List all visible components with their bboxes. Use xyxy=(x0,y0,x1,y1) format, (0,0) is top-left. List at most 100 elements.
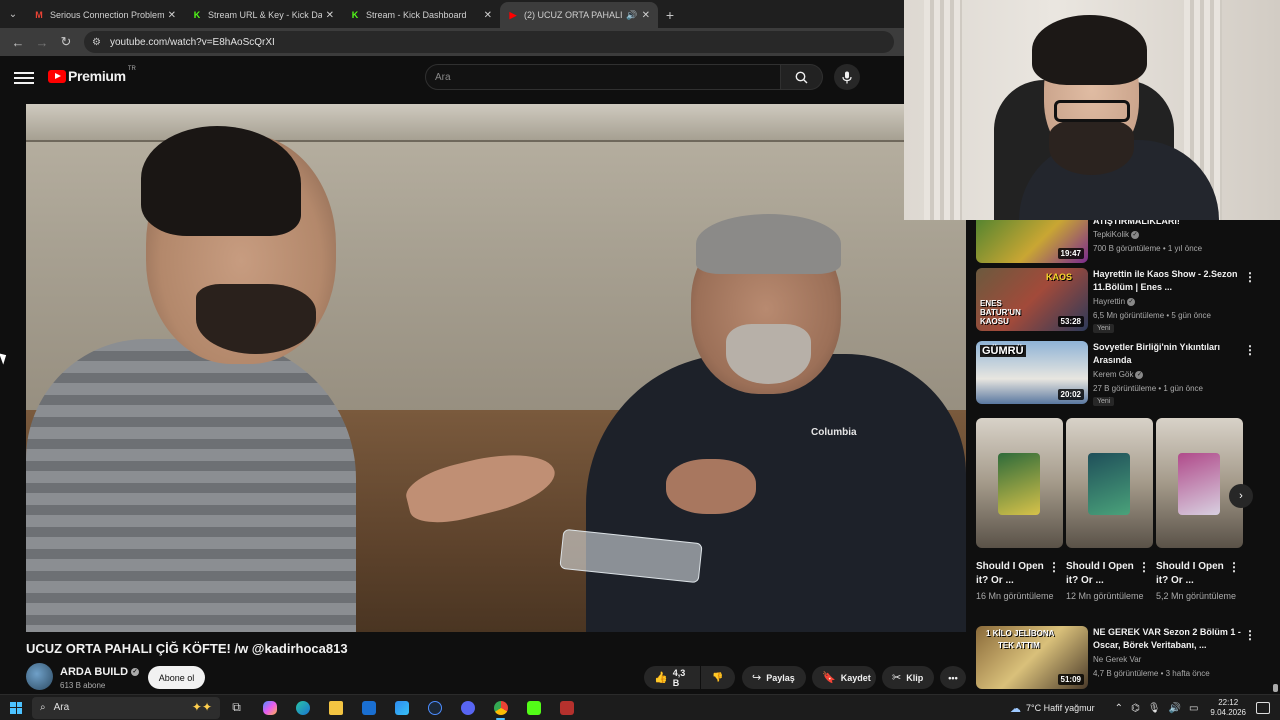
short-item[interactable]: Should I Open it? Or ... 12 Mn görüntüle… xyxy=(1066,418,1153,603)
chevron-right-icon[interactable]: › xyxy=(1229,484,1253,508)
share-button[interactable]: ↪ Paylaş xyxy=(742,666,806,689)
short-title[interactable]: Should I Open it? Or ... xyxy=(1066,560,1136,588)
clock[interactable]: 22:12 9.04.2026 xyxy=(1210,698,1246,718)
channel-name[interactable]: ARDA BUILD xyxy=(60,666,128,678)
youtube-logo[interactable]: Premium TR xyxy=(48,66,136,84)
card-image xyxy=(998,453,1040,515)
dislike-button[interactable]: 👎 xyxy=(701,666,735,689)
clock-time: 22:12 xyxy=(1218,698,1239,707)
video-thumbnail[interactable]: GÜMRÜ 20:02 xyxy=(976,341,1088,404)
recommendation-channel[interactable]: Hayrettin xyxy=(1093,297,1125,306)
tab-gmail[interactable]: M Serious Connection Problems - ✕ xyxy=(26,2,184,28)
more-vert-icon[interactable]: ⋮ xyxy=(1244,628,1256,642)
menu-icon[interactable] xyxy=(14,69,34,87)
tab-search-icon[interactable]: ⌄ xyxy=(0,0,26,28)
notifications-icon[interactable] xyxy=(1256,702,1270,714)
save-button[interactable]: 🔖 Kaydet xyxy=(812,666,876,689)
task-view-icon[interactable]: ⧉ xyxy=(220,695,253,720)
kick-app-icon[interactable] xyxy=(517,695,550,720)
video-thumbnail[interactable]: 19:47 xyxy=(976,220,1088,263)
short-thumbnail[interactable] xyxy=(1156,418,1243,548)
discord-icon[interactable] xyxy=(451,695,484,720)
short-thumbnail[interactable] xyxy=(1066,418,1153,548)
subscribe-button[interactable]: Abone ol xyxy=(148,666,205,689)
recommendation-title[interactable]: Sovyetler Birliği'nin Yıkıntıları Arasın… xyxy=(1093,341,1241,367)
recommendation-title[interactable]: Hayrettin ile Kaos Show - 2.Sezon 11.Böl… xyxy=(1093,268,1241,294)
search-button[interactable] xyxy=(781,64,823,90)
card-image xyxy=(1178,453,1220,515)
channel-avatar[interactable] xyxy=(26,663,53,690)
tab-youtube[interactable]: ▶ (2) UCUZ ORTA PAHALI ÇİĞ 🔊 ✕ xyxy=(500,2,658,28)
kick-icon: K xyxy=(351,10,359,20)
recommendation-title[interactable]: ATIŞTIRMALIKLARI! xyxy=(1093,220,1241,228)
site-info-icon[interactable]: ⚙ xyxy=(92,37,106,48)
recommendation-channel-row[interactable]: Kerem Gök ✓ xyxy=(1093,370,1144,379)
edge-icon[interactable] xyxy=(286,695,319,720)
back-button[interactable]: ← xyxy=(6,30,30,54)
close-tab-icon[interactable]: ✕ xyxy=(642,10,650,21)
recommendation-channel[interactable]: Ne Gerek Var xyxy=(1093,655,1141,664)
recommendation-item[interactable]: 1 KİLO JELİBONA TEK ATTIM 51:09 NE GEREK… xyxy=(976,626,1256,696)
recommendation-channel-row[interactable]: Hayrettin ✓ xyxy=(1093,297,1136,306)
recommendation-channel-row[interactable]: TepkiKolik ✓ xyxy=(1093,230,1140,239)
video-person-right-hair xyxy=(696,214,841,274)
recommendation-item[interactable]: KAOS ENES BATUR'UN KAOSU 53:28 Hayrettin… xyxy=(976,268,1256,338)
recommendation-item[interactable]: GÜMRÜ 20:02 Sovyetler Birliği'nin Yıkınt… xyxy=(976,341,1256,411)
recommendation-channel[interactable]: TepkiKolik xyxy=(1093,230,1129,239)
file-explorer-icon[interactable] xyxy=(319,695,352,720)
copilot-icon[interactable] xyxy=(253,695,286,720)
chrome-icon[interactable] xyxy=(484,695,517,720)
more-vert-icon[interactable]: ⋮ xyxy=(1228,560,1240,574)
more-vert-icon[interactable]: ⋮ xyxy=(1048,560,1060,574)
taskbar-search[interactable]: ⌕ Ara ✦✦ xyxy=(32,696,220,719)
weather-widget[interactable]: ☁ 7°C Hafif yağmur xyxy=(1010,702,1095,715)
windows-icon xyxy=(10,701,22,714)
video-player[interactable]: Columbia xyxy=(26,104,966,632)
search-input[interactable]: Ara xyxy=(425,64,781,90)
tab-kick-dashboard[interactable]: K Stream - Kick Dashboard ✕ xyxy=(342,2,500,28)
speaker-icon[interactable]: 🔊 xyxy=(626,10,637,21)
more-vert-icon[interactable]: ⋮ xyxy=(1138,560,1150,574)
chevron-up-icon[interactable]: ⌃ xyxy=(1115,703,1123,714)
video-thumbnail[interactable]: KAOS ENES BATUR'UN KAOSU 53:28 xyxy=(976,268,1088,331)
like-button[interactable]: 👍 4,3 B xyxy=(644,666,700,689)
network-icon[interactable]: ⌬ xyxy=(1131,703,1140,714)
voice-search-button[interactable] xyxy=(834,64,860,90)
outlook-icon[interactable] xyxy=(352,695,385,720)
new-tab-button[interactable]: + xyxy=(658,2,682,28)
volume-icon[interactable]: 🔊 xyxy=(1169,703,1181,714)
recommendation-channel[interactable]: Kerem Gök xyxy=(1093,370,1133,379)
scrollbar[interactable] xyxy=(1273,684,1278,692)
short-title[interactable]: Should I Open it? Or ... xyxy=(1156,560,1226,588)
recommendation-title[interactable]: NE GEREK VAR Sezon 2 Bölüm 1 - Oscar, Bö… xyxy=(1093,626,1241,652)
video-thumbnail[interactable]: 1 KİLO JELİBONA TEK ATTIM 51:09 xyxy=(976,626,1088,689)
video-person-right-body xyxy=(586,354,966,632)
short-thumbnail[interactable] xyxy=(976,418,1063,548)
close-tab-icon[interactable]: ✕ xyxy=(326,10,334,21)
recommendation-item[interactable]: 19:47 ATIŞTIRMALIKLARI! TepkiKolik ✓ 700 … xyxy=(976,220,1256,270)
short-item[interactable]: Should I Open it? Or ... 5,2 Mn görüntül… xyxy=(1156,418,1243,603)
more-vert-icon[interactable]: ⋮ xyxy=(1244,343,1256,357)
video-duration: 51:09 xyxy=(1057,674,1084,685)
address-bar[interactable]: ⚙ youtube.com/watch?v=E8hAoScQrXI xyxy=(84,31,894,53)
more-actions-button[interactable]: ••• xyxy=(940,666,966,689)
short-title[interactable]: Should I Open it? Or ... xyxy=(976,560,1046,588)
close-tab-icon[interactable]: ✕ xyxy=(484,10,492,21)
clip-button[interactable]: ✂ Klip xyxy=(882,666,934,689)
tab-kick-stream-key[interactable]: K Stream URL & Key - Kick Dashb ✕ xyxy=(184,2,342,28)
more-vert-icon[interactable]: ⋮ xyxy=(1244,270,1256,284)
thumbnail-subtext: TEK ATTIM xyxy=(998,641,1040,650)
close-tab-icon[interactable]: ✕ xyxy=(168,10,176,21)
forward-button[interactable]: → xyxy=(30,30,54,54)
short-item[interactable]: Should I Open it? Or ... 16 Mn görüntüle… xyxy=(976,418,1063,603)
microphone-icon[interactable]: 🎙 xyxy=(1148,703,1161,714)
steam-icon[interactable] xyxy=(418,695,451,720)
webcam-overlay xyxy=(904,0,1280,220)
channel-name-row[interactable]: ARDA BUILD ✓ xyxy=(60,666,140,678)
reload-button[interactable]: ↻ xyxy=(54,30,78,54)
store-icon[interactable] xyxy=(385,695,418,720)
start-button[interactable] xyxy=(0,695,32,720)
verified-icon: ✓ xyxy=(1135,370,1144,379)
app-icon[interactable] xyxy=(550,695,583,720)
battery-icon[interactable]: ▭ xyxy=(1189,703,1198,714)
